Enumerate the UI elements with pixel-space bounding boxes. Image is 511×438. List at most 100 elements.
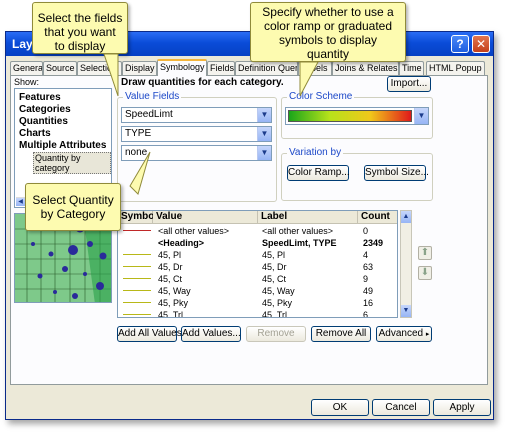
tab-definition-query[interactable]: Definition Query [235, 61, 298, 75]
line-symbol-icon[interactable] [123, 266, 151, 267]
line-symbol-icon[interactable] [123, 314, 151, 315]
value-field-1-select[interactable]: SpeedLimt ▼ [121, 107, 272, 123]
variation-title: Variation by [287, 147, 344, 158]
cell-count: 0 [363, 226, 369, 236]
line-symbol-icon[interactable] [123, 254, 151, 255]
chevron-down-icon[interactable]: ▼ [257, 108, 271, 122]
line-symbol-icon[interactable] [123, 302, 151, 303]
tab-joins-relates[interactable]: Joins & Relates [332, 61, 399, 75]
table-row[interactable]: 45, Dr 45, Dr 63 [118, 261, 397, 273]
color-ramp-swatch [288, 110, 412, 122]
column-header-label[interactable]: Label [258, 211, 358, 224]
color-ramp-button[interactable]: Color Ramp... [287, 165, 350, 181]
value-field-1-value: SpeedLimt [125, 109, 173, 120]
scroll-left-icon[interactable]: ◀ [16, 198, 25, 206]
tab-fields[interactable]: Fields [207, 61, 235, 75]
symbology-heading: Draw quantities for each category. [121, 77, 284, 88]
cell-label: 45, Pky [262, 298, 293, 308]
chevron-down-icon[interactable]: ▼ [257, 127, 271, 141]
callout-color-line-3: symbols to display [278, 33, 378, 47]
cell-value: 45, Ct [158, 274, 183, 284]
callout-color-ramp: Specify whether to use a color ramp or g… [250, 2, 406, 62]
column-header-symbol[interactable]: Symbol [118, 211, 157, 224]
callout-category-line-2: by Category [40, 207, 106, 221]
value-field-3-select[interactable]: none ▼ [121, 145, 272, 161]
cell-value: <Heading> [158, 238, 205, 248]
cell-label: 45, Ct [262, 274, 287, 284]
cell-count: 4 [363, 250, 369, 260]
tree-item-categories[interactable]: Categories [19, 104, 71, 115]
cell-count: 2349 [363, 238, 384, 248]
ok-button[interactable]: OK [311, 399, 369, 416]
grid-vertical-scrollbar[interactable]: ▲ ▼ [400, 210, 412, 318]
value-field-3-value: none [125, 147, 148, 158]
table-row[interactable]: 45, Trl 45, Trl 6 [118, 309, 397, 318]
scroll-up-icon[interactable]: ▲ [401, 211, 411, 223]
table-row[interactable]: 45, Way 45, Way 49 [118, 285, 397, 297]
cell-value: 45, Pky [158, 298, 189, 308]
cell-count: 49 [363, 286, 374, 296]
tree-item-quantities[interactable]: Quantities [19, 116, 68, 127]
table-row[interactable]: 45, Ct 45, Ct 9 [118, 273, 397, 285]
import-button[interactable]: Import... [387, 76, 431, 92]
cell-count: 63 [363, 262, 374, 272]
cell-label: 45, Trl [262, 310, 288, 318]
table-row[interactable]: 45, Pl 45, Pl 4 [118, 249, 397, 261]
cancel-button[interactable]: Cancel [372, 399, 430, 416]
cell-value: 45, Trl [158, 310, 184, 318]
value-fields-title: Value Fields [123, 91, 182, 102]
symbol-size-button[interactable]: Symbol Size... [364, 165, 429, 181]
symbol-value-grid[interactable]: Symbol Value Label Count <all other valu… [117, 210, 398, 318]
chevron-down-icon[interactable]: ▼ [414, 108, 428, 124]
tab-general[interactable]: General [10, 61, 43, 75]
add-values-button[interactable]: Add Values... [181, 326, 241, 342]
tab-display[interactable]: Display [122, 61, 157, 75]
advanced-button[interactable]: Advanced ▸ [376, 326, 432, 342]
value-field-2-select[interactable]: TYPE ▼ [121, 126, 272, 142]
cell-label: 45, Way [262, 286, 295, 296]
add-all-values-button[interactable]: Add All Values [117, 326, 182, 342]
cell-label: <all other values> [262, 226, 334, 236]
apply-button[interactable]: Apply [433, 399, 491, 416]
column-header-value[interactable]: Value [153, 211, 258, 224]
remove-all-button[interactable]: Remove All [311, 326, 371, 342]
table-row[interactable]: <all other values> <all other values> 0 [118, 225, 397, 237]
callout-fields-line-1: Select the fields [37, 11, 123, 25]
line-symbol-icon[interactable] [123, 278, 151, 279]
tree-item-features[interactable]: Features [19, 92, 61, 103]
tab-symbology[interactable]: Symbology [157, 59, 207, 76]
table-row[interactable]: 45, Pky 45, Pky 16 [118, 297, 397, 309]
tab-time[interactable]: Time [399, 61, 424, 75]
line-symbol-icon[interactable] [123, 290, 151, 291]
color-scheme-title: Color Scheme [287, 91, 355, 102]
tab-selection[interactable]: Selection [77, 61, 122, 75]
remove-button[interactable]: Remove [246, 326, 306, 342]
cell-label: SpeedLimt, TYPE [262, 238, 337, 248]
cell-value: 45, Dr [158, 262, 183, 272]
cell-label: 45, Dr [262, 262, 287, 272]
tab-source[interactable]: Source [43, 61, 77, 75]
scroll-down-icon[interactable]: ▼ [401, 305, 411, 317]
line-symbol-icon[interactable] [123, 230, 151, 231]
cell-value: 45, Way [158, 286, 191, 296]
tree-item-multiple-attributes[interactable]: Multiple Attributes [19, 140, 106, 151]
column-header-count[interactable]: Count [358, 211, 397, 224]
help-button[interactable]: ? [451, 35, 469, 53]
show-label: Show: [14, 77, 40, 87]
line-symbol-icon[interactable] [123, 242, 151, 243]
chevron-down-icon[interactable]: ▼ [257, 146, 271, 160]
cell-value: 45, Pl [158, 250, 182, 260]
cell-count: 9 [363, 274, 369, 284]
dropdown-arrow-icon: ▸ [425, 331, 430, 338]
move-up-button[interactable]: ⬆ [418, 246, 432, 260]
tab-html-popup[interactable]: HTML Popup [426, 61, 485, 75]
tree-item-quantity-by-category[interactable]: Quantity by category [33, 152, 111, 174]
close-button[interactable]: ✕ [472, 35, 490, 53]
arrow-down-icon: ⬇ [420, 267, 430, 278]
tree-item-charts[interactable]: Charts [19, 128, 51, 139]
tab-labels[interactable]: Labels [298, 61, 332, 75]
cell-value: <all other values> [158, 226, 230, 236]
color-ramp-select[interactable]: ▼ [285, 107, 429, 125]
move-down-button[interactable]: ⬇ [418, 266, 432, 280]
table-row[interactable]: <Heading> SpeedLimt, TYPE 2349 [118, 237, 397, 249]
